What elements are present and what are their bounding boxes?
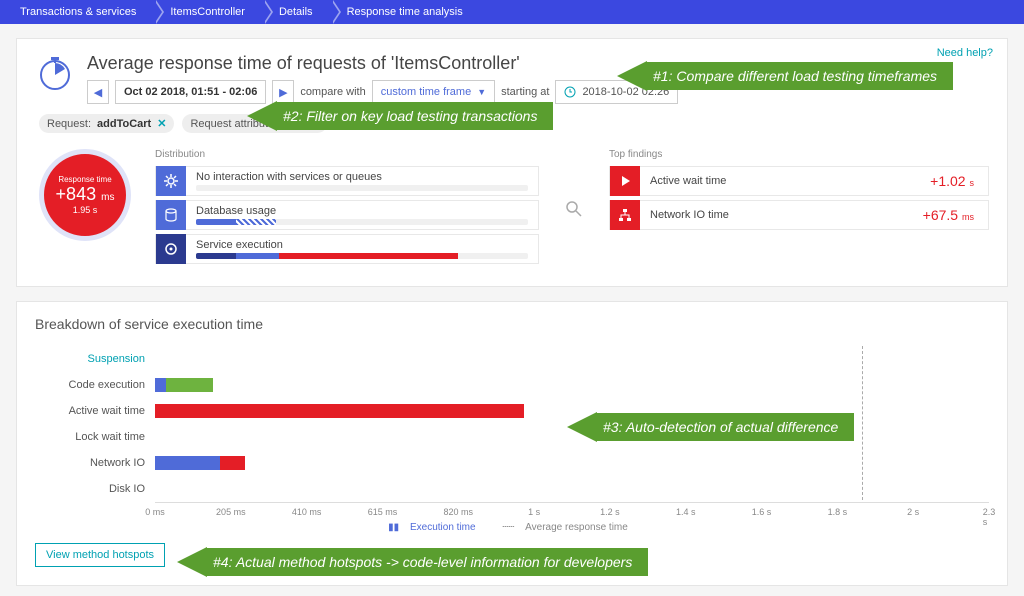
x-tick: 2 s: [907, 507, 919, 517]
finding-row[interactable]: Active wait time +1.02 s: [609, 166, 989, 196]
distribution-row[interactable]: No interaction with services or queues: [155, 166, 539, 196]
top-findings-label: Top findings: [609, 149, 989, 160]
breadcrumb-item[interactable]: Response time analysis: [331, 0, 481, 24]
x-tick: 1.4 s: [676, 507, 696, 517]
x-tick: 1.8 s: [828, 507, 848, 517]
service-icon: [156, 234, 186, 264]
chart-category[interactable]: Code execution: [35, 372, 145, 398]
breakdown-chart: Suspension Code execution Active wait ti…: [35, 346, 989, 520]
chart-category[interactable]: Suspension: [35, 346, 145, 372]
play-icon: [610, 166, 640, 196]
chart-category[interactable]: Lock wait time: [35, 424, 145, 450]
distribution-row[interactable]: Database usage: [155, 200, 539, 230]
chart-category[interactable]: Disk IO: [35, 476, 145, 502]
stopwatch-icon: [35, 53, 75, 93]
distribution-label: Distribution: [155, 149, 539, 160]
starting-at-field[interactable]: 2018-10-02 02:26: [555, 80, 678, 104]
x-tick: 410 ms: [292, 507, 322, 517]
x-tick: 205 ms: [216, 507, 246, 517]
chart-category[interactable]: Active wait time: [35, 398, 145, 424]
close-icon[interactable]: ✕: [310, 117, 319, 130]
distribution-section: Distribution No interaction with service…: [155, 149, 539, 268]
filter-tag[interactable]: Request: addToCart ✕: [39, 114, 174, 133]
breakdown-title: Breakdown of service execution time: [35, 316, 989, 332]
timeframe-label[interactable]: Oct 02 2018, 01:51 - 02:06: [115, 80, 266, 104]
response-time-circle: Response time +843 ms 1.95 s: [39, 149, 131, 241]
breakdown-card: Breakdown of service execution time Susp…: [16, 301, 1008, 586]
breadcrumb-item[interactable]: Details: [263, 0, 331, 24]
compare-mode-dropdown[interactable]: custom time frame▼: [372, 80, 495, 104]
filter-tag[interactable]: Request attribute: LTN ✕: [182, 114, 327, 133]
network-icon: [610, 200, 640, 230]
prev-timeframe-button[interactable]: ◀: [87, 80, 109, 104]
breadcrumb-item[interactable]: Transactions & services: [4, 0, 154, 24]
clock-icon: [564, 86, 576, 98]
page-title: Average response time of requests of 'It…: [87, 53, 989, 74]
compare-with-label: compare with: [300, 86, 365, 98]
top-findings-section: Top findings Active wait time +1.02 s Ne…: [609, 149, 989, 268]
magnify-icon[interactable]: [559, 149, 589, 268]
x-tick: 1.6 s: [752, 507, 772, 517]
breadcrumb-item[interactable]: ItemsController: [154, 0, 263, 24]
distribution-row[interactable]: Service execution: [155, 234, 539, 264]
breadcrumb: Transactions & services ItemsController …: [0, 0, 1024, 24]
chart-category[interactable]: Network IO: [35, 450, 145, 476]
starting-at-label: starting at: [501, 86, 549, 98]
x-tick: 615 ms: [368, 507, 398, 517]
avg-response-line: [862, 346, 863, 500]
x-tick: 2.3 s: [983, 507, 996, 527]
help-link[interactable]: Need help?: [937, 47, 993, 59]
view-method-hotspots-button[interactable]: View method hotspots: [35, 543, 165, 567]
database-icon: [156, 200, 186, 230]
finding-row[interactable]: Network IO time +67.5 ms: [609, 200, 989, 230]
close-icon[interactable]: ✕: [157, 117, 166, 130]
chart-legend: ▮▮ Execution time ┄┄ Average response ti…: [35, 522, 989, 533]
chevron-down-icon: ▼: [477, 87, 486, 97]
x-tick: 1 s: [528, 507, 540, 517]
x-tick: 1.2 s: [600, 507, 620, 517]
x-tick: 820 ms: [444, 507, 474, 517]
x-axis: 0 ms205 ms410 ms615 ms820 ms1 s1.2 s1.4 …: [155, 502, 989, 520]
gear-icon: [156, 166, 186, 196]
filter-tags: Request: addToCart ✕ Request attribute: …: [35, 114, 989, 133]
x-tick: 0 ms: [145, 507, 165, 517]
next-timeframe-button[interactable]: ▶: [272, 80, 294, 104]
response-time-card: Need help? Average response time of requ…: [16, 38, 1008, 287]
